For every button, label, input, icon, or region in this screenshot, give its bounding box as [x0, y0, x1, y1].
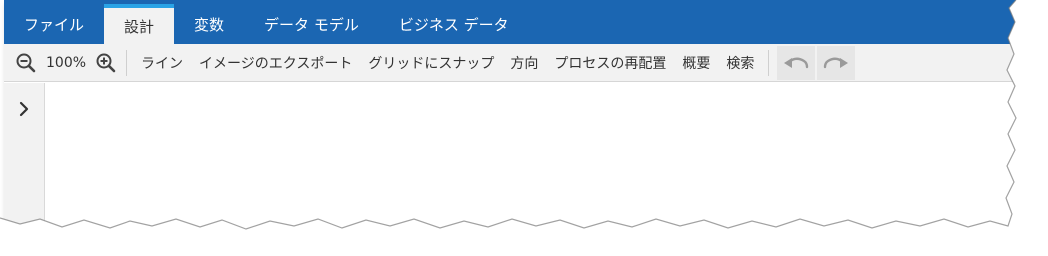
side-rail: [4, 83, 45, 238]
direction-button[interactable]: 方向: [502, 53, 546, 73]
tab-variables[interactable]: 変数: [174, 4, 244, 44]
zoom-level: 100%: [46, 54, 87, 71]
zoom-in-icon[interactable]: [92, 49, 120, 77]
design-toolbar: 100% ライン イメージのエクスポート グリッドにスナップ 方向 プロセスの再…: [4, 44, 1016, 82]
snap-to-grid-button[interactable]: グリッドにスナップ: [360, 53, 502, 73]
search-button[interactable]: 検索: [718, 53, 762, 73]
process-canvas[interactable]: [45, 83, 1016, 238]
tab-data-model[interactable]: データ モデル: [244, 4, 379, 44]
designer-window: ファイル 設計 変数 データ モデル ビジネス データ 100% ライン イメー…: [4, 0, 1016, 238]
tab-design[interactable]: 設計: [104, 4, 175, 44]
redo-icon: [824, 57, 849, 68]
tab-file[interactable]: ファイル: [4, 4, 104, 44]
chevron-right-icon[interactable]: [12, 97, 36, 121]
undo-icon: [784, 57, 809, 68]
toolbar-divider: [768, 49, 770, 76]
export-image-button[interactable]: イメージのエクスポート: [191, 53, 360, 73]
overview-button[interactable]: 概要: [674, 53, 718, 73]
tab-business-data[interactable]: ビジネス データ: [379, 4, 529, 44]
rearrange-process-button[interactable]: プロセスの再配置: [546, 53, 674, 73]
toolbar-divider: [126, 49, 128, 76]
undo-button[interactable]: [777, 45, 816, 80]
main-tab-bar: ファイル 設計 変数 データ モデル ビジネス データ: [4, 0, 1016, 44]
redo-button[interactable]: [817, 45, 856, 80]
zoom-out-icon[interactable]: [12, 49, 40, 77]
line-button[interactable]: ライン: [133, 53, 191, 73]
